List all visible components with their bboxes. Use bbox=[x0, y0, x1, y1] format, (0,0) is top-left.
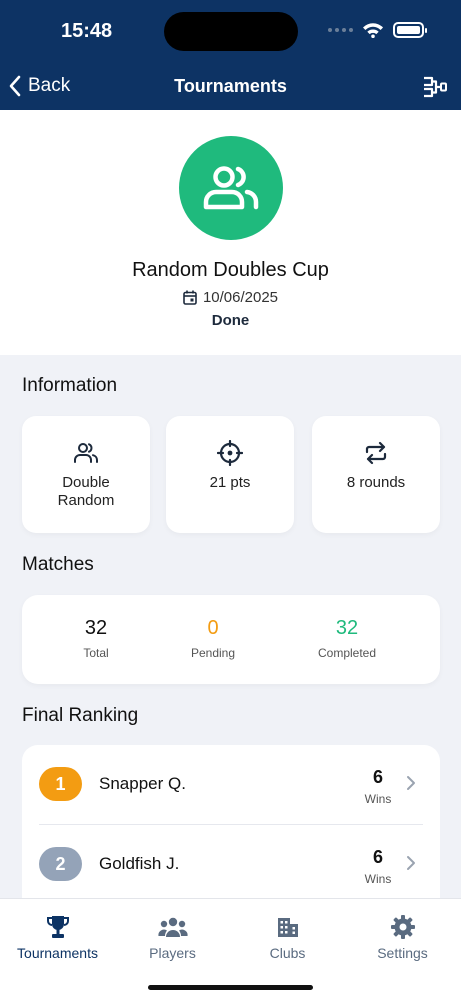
stat-completed-label: Completed bbox=[317, 646, 377, 660]
info-points-text: 21 pts bbox=[209, 474, 251, 491]
trophy-icon bbox=[46, 916, 69, 938]
matches-title: Matches bbox=[22, 554, 94, 575]
tab-label: Players bbox=[149, 945, 196, 961]
tab-players[interactable]: Players bbox=[115, 913, 230, 961]
bracket-icon bbox=[424, 76, 447, 98]
home-indicator bbox=[148, 985, 313, 990]
info-card-rounds: 8 rounds bbox=[312, 416, 440, 533]
battery-icon bbox=[393, 22, 427, 38]
users-icon bbox=[203, 166, 259, 210]
dynamic-island bbox=[164, 12, 298, 51]
wins-label: Wins bbox=[364, 872, 392, 886]
status-icons bbox=[328, 22, 427, 38]
ranking-title: Final Ranking bbox=[22, 705, 139, 726]
player-name: Snapper Q. bbox=[99, 774, 186, 793]
info-rounds-text: 8 rounds bbox=[346, 474, 406, 491]
page-title: Tournaments bbox=[174, 76, 287, 96]
status-time: 15:48 bbox=[61, 20, 113, 42]
info-card-format: Double Random bbox=[22, 416, 150, 533]
building-icon bbox=[277, 918, 298, 937]
tournament-header: Random Doubles Cup 10/06/2025 Done bbox=[0, 110, 461, 355]
users-icon bbox=[74, 443, 98, 463]
tab-tournaments[interactable]: Tournaments bbox=[0, 913, 115, 961]
matches-card: 32 Total 0 Pending 32 Completed bbox=[22, 595, 440, 684]
tab-label: Tournaments bbox=[17, 945, 98, 961]
top-bar: 15:48 Back Tournaments bbox=[0, 0, 461, 110]
stat-total-label: Total bbox=[83, 646, 109, 660]
players-icon bbox=[157, 917, 188, 937]
tournament-name: Random Doubles Cup bbox=[132, 259, 329, 281]
repeat-icon bbox=[365, 441, 387, 465]
ranking-row-2[interactable]: 2 Goldfish J. 6 Wins bbox=[22, 825, 440, 904]
chevron-right-icon bbox=[407, 856, 415, 870]
player-wins: 6 Wins bbox=[358, 767, 398, 806]
chevron-right-icon bbox=[407, 776, 415, 790]
tab-label: Clubs bbox=[269, 945, 306, 961]
target-icon bbox=[217, 440, 243, 466]
stat-completed: 32 Completed bbox=[292, 617, 402, 660]
wifi-icon bbox=[363, 23, 383, 38]
rank-badge: 1 bbox=[39, 767, 82, 801]
gear-icon bbox=[390, 915, 415, 939]
information-title: Information bbox=[22, 375, 118, 396]
stat-total-value: 32 bbox=[84, 617, 108, 639]
stat-pending-value: 0 bbox=[207, 617, 219, 639]
stat-pending-label: Pending bbox=[190, 646, 236, 660]
tab-clubs[interactable]: Clubs bbox=[230, 913, 345, 961]
info-format-text: Double Random bbox=[57, 474, 115, 509]
tab-label: Settings bbox=[377, 945, 428, 961]
rank-badge: 2 bbox=[39, 847, 82, 881]
player-name: Goldfish J. bbox=[99, 854, 180, 873]
cellular-icon bbox=[328, 28, 353, 32]
wins-label: Wins bbox=[364, 792, 392, 806]
wins-value: 6 bbox=[372, 847, 383, 867]
wins-value: 6 bbox=[372, 767, 383, 787]
tournament-date-row: 10/06/2025 bbox=[0, 289, 461, 306]
info-card-points: 21 pts bbox=[166, 416, 294, 533]
player-wins: 6 Wins bbox=[358, 847, 398, 886]
stat-pending: 0 Pending bbox=[158, 617, 268, 660]
bracket-button[interactable] bbox=[422, 74, 448, 105]
stat-total: 32 Total bbox=[41, 617, 151, 660]
tournament-avatar bbox=[179, 136, 283, 240]
calendar-icon bbox=[183, 290, 197, 305]
stat-completed-value: 32 bbox=[335, 617, 359, 639]
tournament-date: 10/06/2025 bbox=[202, 289, 279, 306]
ranking-row-1[interactable]: 1 Snapper Q. 6 Wins bbox=[22, 745, 440, 825]
tournament-status: Done bbox=[211, 312, 250, 329]
tab-settings[interactable]: Settings bbox=[345, 913, 460, 961]
